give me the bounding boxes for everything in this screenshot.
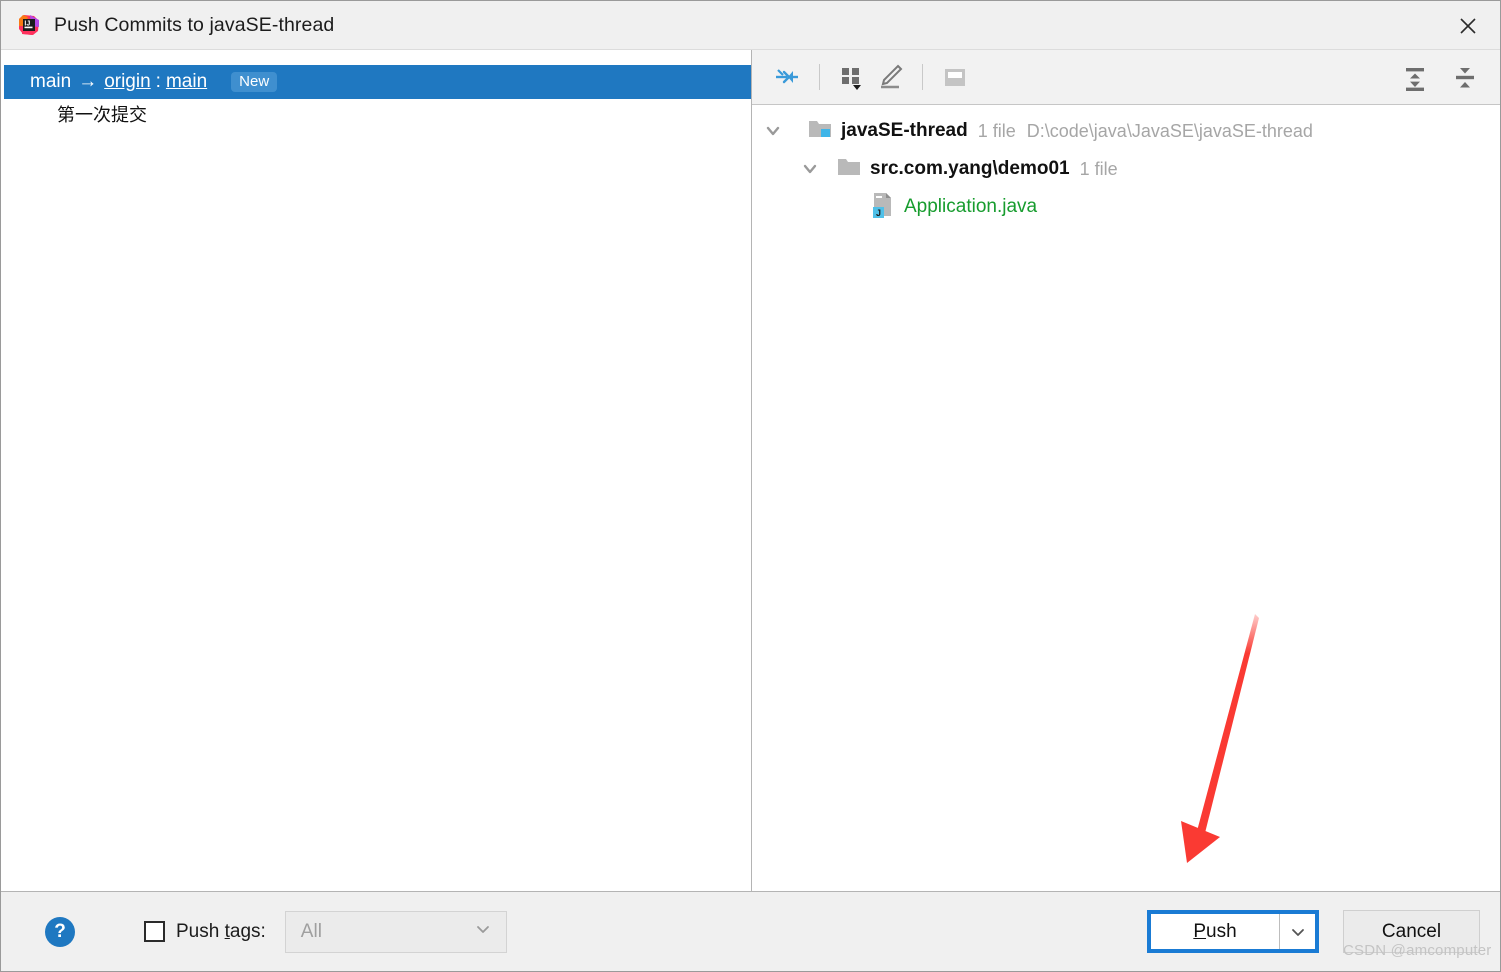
show-diff-icon[interactable]	[768, 58, 806, 96]
tree-node-count: 1 file	[977, 120, 1016, 141]
branch-separator: :	[155, 71, 161, 92]
folder-icon	[837, 156, 861, 182]
push-target-row[interactable]: main → origin : main New	[1, 65, 751, 99]
edit-source-icon[interactable]	[871, 58, 909, 96]
push-commits-dialog: IJ Push Commits to javaSE-thread main → …	[0, 0, 1501, 972]
target-branch-link[interactable]: main	[166, 71, 207, 93]
chevron-down-icon	[473, 919, 493, 944]
push-tags-checkbox[interactable]	[144, 921, 165, 942]
tree-row[interactable]: J Application.java	[752, 188, 1500, 226]
cancel-button[interactable]: Cancel	[1343, 910, 1480, 953]
tree-node-count: 1 file	[1079, 158, 1118, 179]
page-title: Push Commits to javaSE-thread	[54, 13, 335, 36]
commit-message[interactable]: 第一次提交	[1, 99, 751, 133]
push-button[interactable]: Push	[1151, 914, 1279, 949]
help-button[interactable]: ?	[45, 916, 75, 947]
tree-row[interactable]: javaSE-thread 1 file D:\code\java\JavaSE…	[752, 112, 1500, 150]
intellij-idea-icon: IJ	[18, 14, 40, 36]
push-tags-group: Push tags: All	[144, 910, 507, 953]
chevron-down-icon[interactable]	[760, 118, 786, 144]
push-dropdown-button[interactable]	[1279, 914, 1315, 949]
java-file-icon: J	[870, 192, 895, 223]
arrow-right-icon: →	[78, 71, 98, 92]
tree-node-name: src.com.yang\demo01	[870, 158, 1070, 179]
push-tags-select[interactable]: All	[284, 910, 507, 953]
preview-icon[interactable]	[936, 58, 974, 96]
group-by-icon[interactable]	[833, 58, 871, 96]
status-badge: New	[231, 72, 278, 92]
changed-files-tree: javaSE-thread 1 file D:\code\java\JavaSE…	[752, 105, 1500, 891]
push-button-group: Push	[1147, 910, 1319, 953]
tree-node-name: Application.java	[904, 196, 1038, 217]
collapse-all-icon[interactable]	[1446, 59, 1484, 97]
svg-text:J: J	[876, 208, 881, 218]
source-branch-label: main	[30, 71, 72, 92]
dialog-body: main → origin : main New 第一次提交 javaSE-th…	[1, 50, 1500, 892]
changed-files-panel: javaSE-thread 1 file D:\code\java\JavaSE…	[752, 50, 1500, 891]
footer-buttons: Push Cancel	[1147, 892, 1480, 971]
toolbar-divider-2	[922, 64, 923, 90]
tree-node-name: javaSE-thread	[841, 120, 968, 141]
title-bar: IJ Push Commits to javaSE-thread	[1, 1, 1500, 50]
module-folder-icon	[808, 118, 832, 144]
remote-name-link[interactable]: origin	[104, 71, 150, 93]
expand-all-icon[interactable]	[1396, 59, 1434, 97]
tree-node-path: D:\code\java\JavaSE\javaSE-thread	[1026, 120, 1313, 141]
details-toolbar	[752, 50, 1500, 105]
close-icon[interactable]	[1436, 1, 1500, 50]
push-tags-select-value: All	[300, 920, 322, 942]
toolbar-divider-1	[819, 64, 820, 90]
push-tags-label: Push tags:	[176, 920, 266, 942]
tree-row[interactable]: src.com.yang\demo01 1 file	[752, 150, 1500, 188]
toolbar-right-group	[1396, 50, 1484, 105]
commits-panel: main → origin : main New 第一次提交	[1, 50, 752, 891]
commits-panel-top-spacer	[1, 50, 751, 65]
commits-panel-left-edge	[1, 65, 4, 891]
commits-list-empty-area	[1, 133, 751, 891]
chevron-down-icon[interactable]	[797, 156, 823, 182]
svg-text:IJ: IJ	[24, 21, 30, 28]
dialog-footer: ? Push tags: All Push Cancel	[1, 892, 1500, 971]
